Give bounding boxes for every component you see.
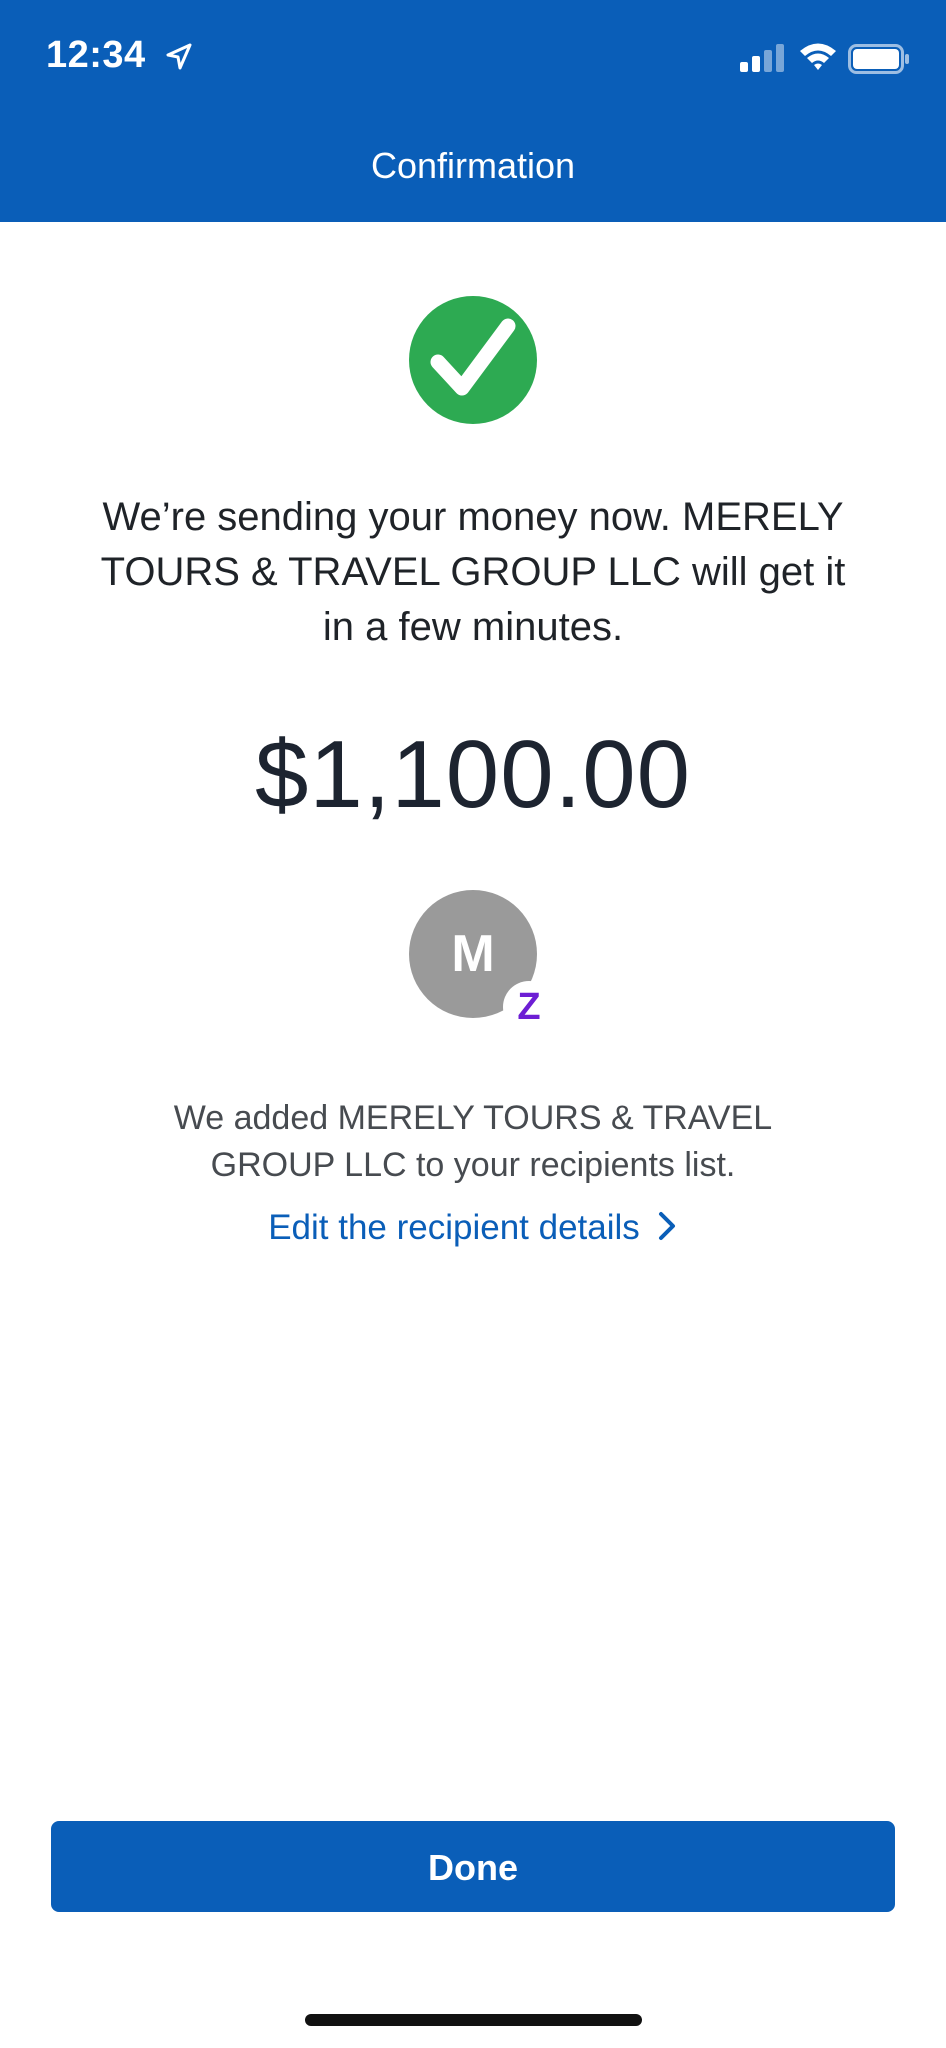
zelle-icon: Z [503, 981, 555, 1033]
home-indicator[interactable] [305, 2014, 642, 2026]
transfer-amount: $1,100.00 [254, 721, 692, 828]
confirmation-message: We’re sending your money now. MERELY TOU… [100, 495, 846, 649]
cellular-signal-icon [740, 44, 784, 72]
status-bar: 12:34 [0, 0, 946, 110]
chevron-right-icon[interactable] [656, 1211, 678, 1241]
recipient-added-note: We added MERELY TOURS & TRAVEL GROUP LLC… [173, 1099, 773, 1184]
success-badge [409, 296, 537, 424]
header-bar: 12:34 Confirmation [0, 0, 946, 222]
edit-recipient-link[interactable]: Edit the recipient details [0, 1208, 946, 1248]
edit-recipient-label[interactable]: Edit the recipient details [268, 1208, 640, 1247]
checkmark-icon [430, 318, 516, 396]
location-arrow-icon [166, 43, 192, 70]
zelle-letter: Z [517, 986, 541, 1028]
done-button[interactable]: Done [51, 1821, 895, 1912]
battery-icon [848, 44, 909, 74]
wifi-icon [800, 43, 836, 70]
page-title: Confirmation [370, 145, 576, 186]
status-time: 12:34 [46, 34, 146, 76]
